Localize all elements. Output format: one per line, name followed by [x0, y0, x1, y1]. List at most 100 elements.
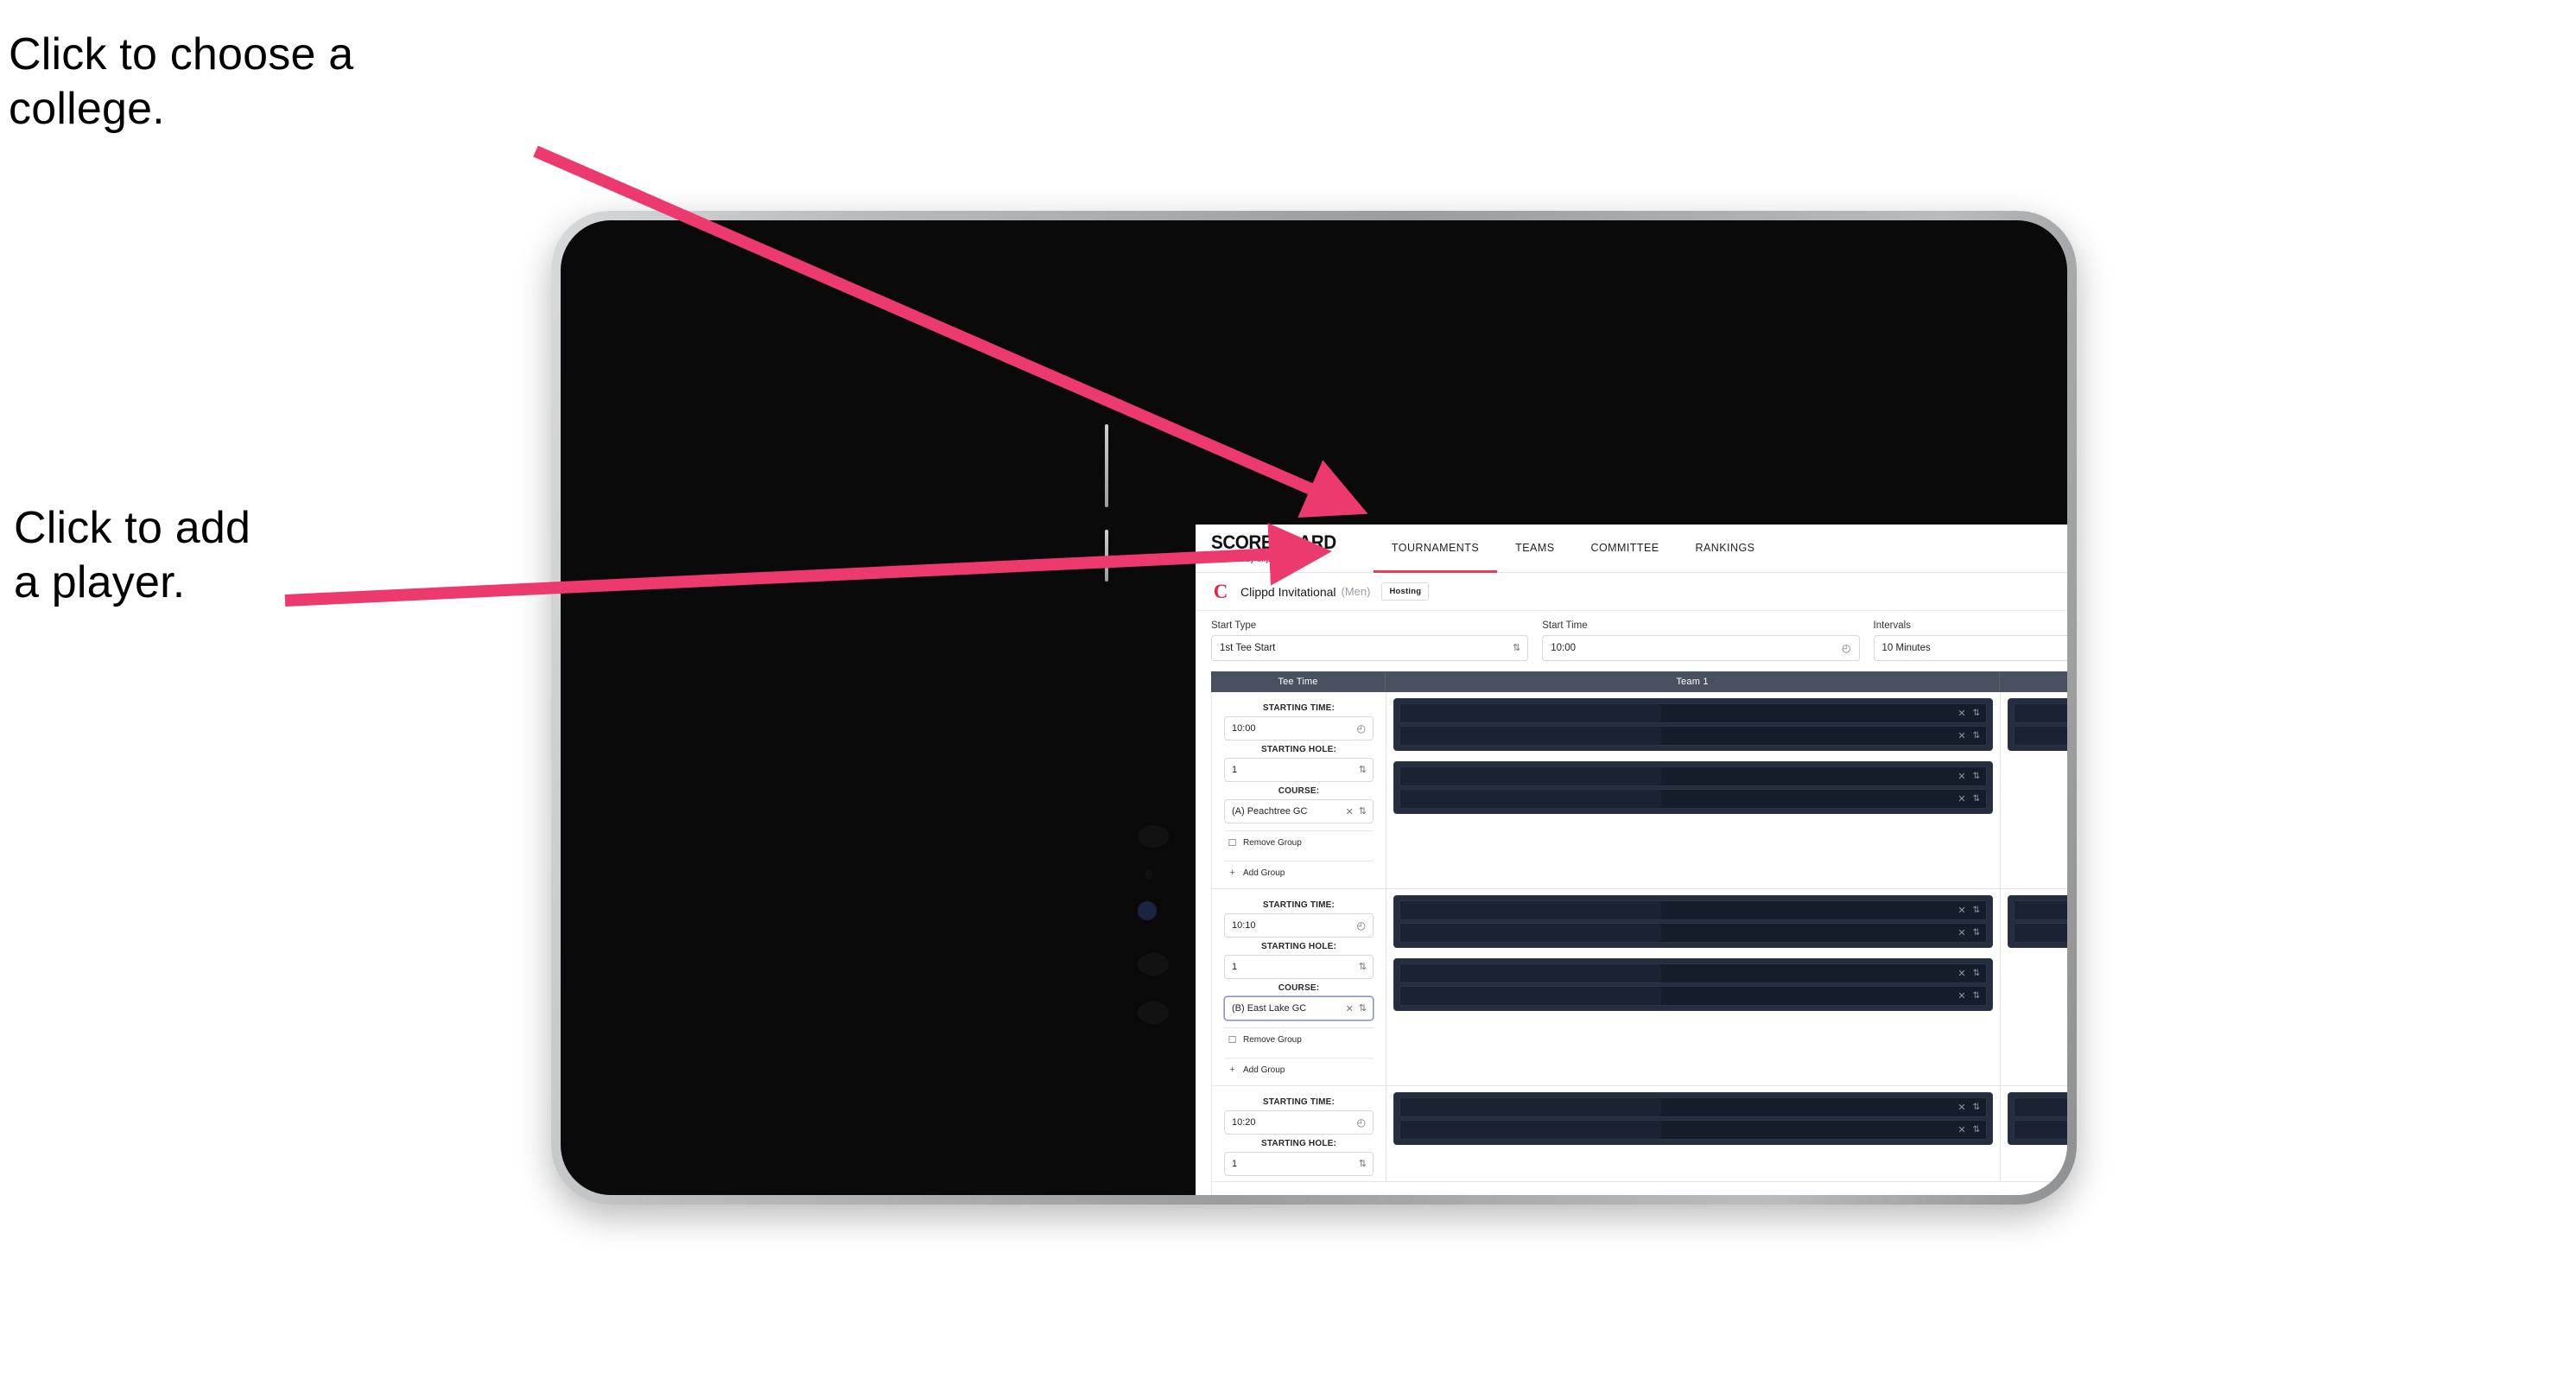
stepper-icon[interactable]: ⇅ — [1359, 765, 1367, 775]
remove-group-button[interactable]: ☐ Remove Group — [1224, 1027, 1374, 1051]
tee-time-row: STARTING TIME: 10:20 ◴ STARTING HOLE: 1 ⇅ ✕ ⇅ ✕ ⇅… — [1212, 1086, 2067, 1182]
group-card[interactable]: ✕⇅✕⇅ — [1393, 895, 1993, 948]
group-card[interactable]: ✕⇅✕⇅ — [1393, 958, 1993, 1011]
player-slot-row[interactable]: ✕⇅ — [2014, 703, 2067, 723]
player-slot-row[interactable]: ✕⇅ — [2014, 923, 2067, 943]
player-slot-row[interactable]: ✕⇅ — [2014, 1097, 2067, 1117]
player-slot-row[interactable]: ✕⇅ — [1399, 923, 1987, 943]
stepper-icon[interactable]: ⇅ — [1359, 962, 1367, 972]
player-slot-row[interactable]: ✕⇅ — [2014, 900, 2067, 920]
player-slot-row[interactable]: ✕⇅ — [2014, 726, 2067, 746]
nav-tab-teams[interactable]: TEAMS — [1497, 525, 1572, 573]
clear-x-icon[interactable]: ✕ — [1957, 905, 1965, 916]
group-card[interactable]: ✕⇅ ✕⇅ — [2008, 1092, 2067, 1145]
remove-group-button[interactable]: ☐ Remove Group — [1224, 830, 1374, 854]
stepper-icon[interactable]: ⇅ — [1359, 1159, 1367, 1169]
stepper-icon[interactable]: ⇅ — [1973, 1125, 1980, 1135]
starting-hole-input-value: 1 — [1232, 962, 1238, 972]
clock-icon[interactable]: ◴ — [1842, 643, 1850, 653]
player-slot-row[interactable]: ✕⇅ — [1399, 726, 1987, 746]
player-slot-row[interactable]: ✕⇅ — [1399, 963, 1987, 983]
nav-tab-committee[interactable]: COMMITTEE — [1572, 525, 1677, 573]
tee-time-cell: STARTING TIME: 10:10 ◴ STARTING HOLE: 1 ⇅ COUR… — [1212, 889, 1386, 1085]
player-name-placeholder — [1400, 727, 1661, 745]
stepper-icon[interactable]: ⇅ — [1973, 969, 1980, 978]
clear-x-icon[interactable]: ✕ — [1957, 730, 1965, 741]
tablet-device-frame: SCOREBOARD Powered by clippd TOURNAMENTS… — [551, 211, 2077, 1205]
starting-hole-input[interactable]: 1 ⇅ — [1224, 955, 1374, 979]
stepper-icon[interactable]: ⇅ — [1973, 709, 1980, 718]
player-name-placeholder — [2014, 1098, 2067, 1116]
clear-x-icon[interactable]: ✕ — [1346, 806, 1354, 817]
clear-x-icon[interactable]: ✕ — [1957, 990, 1965, 1001]
player-slot-row[interactable]: ✕⇅ — [1399, 900, 1987, 920]
plus-icon: + — [1229, 1065, 1235, 1075]
stepper-icon[interactable]: ⇅ — [1359, 1003, 1367, 1014]
remove-group-button-label: Remove Group — [1243, 838, 1302, 848]
stepper-icon[interactable]: ⇅ — [1973, 906, 1980, 915]
player-slot-row[interactable]: ✕⇅ — [1399, 1097, 1987, 1117]
player-name-placeholder — [1400, 901, 1661, 919]
course-select[interactable]: (A) Peachtree GC ✕ ⇅ — [1224, 799, 1374, 823]
stepper-icon[interactable]: ⇅ — [1513, 643, 1520, 653]
add-group-button[interactable]: + Add Group — [1224, 1058, 1374, 1080]
player-slot-row[interactable]: ✕⇅ — [1399, 789, 1987, 809]
clear-x-icon[interactable]: ✕ — [1957, 1124, 1965, 1135]
course-select-value: (A) Peachtree GC — [1232, 806, 1308, 817]
starting-time-input[interactable]: 10:20 ◴ — [1224, 1110, 1374, 1135]
stepper-icon[interactable]: ⇅ — [1973, 772, 1980, 781]
control-start-type: Start Type 1st Tee Start ⇅ — [1211, 620, 1529, 661]
starting-time-input[interactable]: 10:10 ◴ — [1224, 913, 1374, 938]
control-start-time: Start Time 10:00 ◴ — [1542, 620, 1860, 661]
group-card[interactable]: ✕⇅ ✕⇅ — [2008, 895, 2067, 948]
player-name-placeholder — [2014, 1121, 2067, 1139]
clock-icon[interactable]: ◴ — [1357, 920, 1366, 931]
start-time-input[interactable]: 10:00 ◴ — [1542, 635, 1860, 661]
brand-tagline-prefix: Powered by — [1211, 554, 1257, 564]
player-slot-row[interactable]: ✕⇅ — [1399, 986, 1987, 1006]
player-slot-row[interactable]: ✕⇅ — [1399, 703, 1987, 723]
clear-x-icon[interactable]: ✕ — [1346, 1003, 1354, 1014]
brand-logo[interactable]: SCOREBOARD Powered by clippd — [1211, 525, 1374, 572]
starting-hole-input[interactable]: 1 ⇅ — [1224, 758, 1374, 782]
stepper-icon[interactable]: ⇅ — [1973, 991, 1980, 1001]
clear-x-icon[interactable]: ✕ — [1957, 927, 1965, 938]
group-card[interactable]: ✕⇅ ✕⇅ — [2008, 698, 2067, 751]
player-name-placeholder — [1400, 987, 1661, 1005]
stepper-icon[interactable]: ⇅ — [1973, 794, 1980, 804]
starting-time-label: STARTING TIME: — [1262, 1097, 1336, 1107]
group-card[interactable]: ✕⇅✕⇅ — [1393, 698, 1993, 751]
clear-x-icon[interactable]: ✕ — [1957, 708, 1965, 719]
clippd-c-logo-icon: C — [1213, 581, 1228, 602]
tee-sheet-table-body[interactable]: STARTING TIME: 10:00 ◴ STARTING HOLE: 1 ⇅ COUR… — [1211, 692, 2067, 1195]
tablet-screen: SCOREBOARD Powered by clippd TOURNAMENTS… — [561, 220, 2067, 1195]
player-slot-row[interactable]: ✕⇅ — [1399, 1120, 1987, 1140]
tee-time-row: STARTING TIME: 10:10 ◴ STARTING HOLE: 1 ⇅ COUR… — [1212, 889, 2067, 1086]
player-slot-row[interactable]: ✕⇅ — [1399, 766, 1987, 786]
player-name-placeholder — [2014, 704, 2067, 722]
starting-time-input[interactable]: 10:00 ◴ — [1224, 716, 1374, 741]
starting-hole-input[interactable]: 1 ⇅ — [1224, 1152, 1374, 1176]
start-type-select[interactable]: 1st Tee Start ⇅ — [1211, 635, 1529, 661]
clock-icon[interactable]: ◴ — [1357, 1117, 1366, 1128]
start-time-value: 10:00 — [1551, 643, 1577, 653]
add-group-button[interactable]: + Add Group — [1224, 861, 1374, 883]
clear-x-icon[interactable]: ✕ — [1957, 793, 1965, 804]
clear-x-icon[interactable]: ✕ — [1957, 968, 1965, 979]
stepper-icon[interactable]: ⇅ — [1973, 731, 1980, 741]
clock-icon[interactable]: ◴ — [1357, 723, 1366, 734]
column-header-team-2: Team 2 — [2000, 671, 2067, 692]
course-select[interactable]: (B) East Lake GC ✕ ⇅ — [1224, 996, 1374, 1020]
group-card[interactable]: ✕⇅✕⇅ — [1393, 761, 1993, 814]
intervals-input[interactable]: 10 Minutes ◴ — [1873, 635, 2067, 661]
clear-x-icon[interactable]: ✕ — [1957, 771, 1965, 782]
nav-tab-rankings[interactable]: RANKINGS — [1678, 525, 1773, 573]
player-slot-row[interactable]: ✕⇅ — [2014, 1120, 2067, 1140]
stepper-icon[interactable]: ⇅ — [1973, 1103, 1980, 1112]
stepper-icon[interactable]: ⇅ — [1973, 928, 1980, 938]
nav-tab-tournaments[interactable]: TOURNAMENTS — [1373, 525, 1498, 573]
clear-x-icon[interactable]: ✕ — [1957, 1102, 1965, 1113]
stepper-icon[interactable]: ⇅ — [1359, 806, 1367, 817]
annotation-click-to-add-a-player: Click to add a player. — [14, 503, 251, 608]
group-card[interactable]: ✕⇅✕⇅ — [1393, 1092, 1993, 1145]
